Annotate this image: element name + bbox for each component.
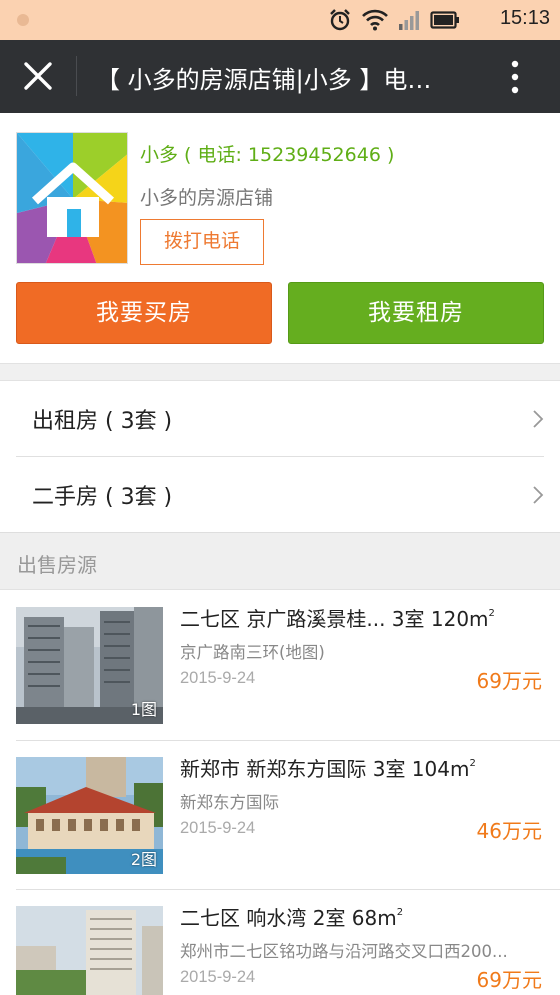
photo-count: 1图 xyxy=(130,700,157,719)
shop-header: 小多 ( 电话: 15239452646 ) 小多的房源店铺 拨打电话 我要买房… xyxy=(0,113,560,363)
listing-item[interactable]: 2图 新郑市 新郑东方国际 3室 104m2 新郑东方国际 2015-9-24 … xyxy=(0,741,560,891)
alarm-icon xyxy=(330,9,350,31)
listing-price: 69万元 xyxy=(476,968,542,992)
status-time: 15:13 xyxy=(499,7,550,29)
battery-icon xyxy=(430,11,459,29)
chevron-right-icon xyxy=(533,410,544,428)
shop-name: 小多的房源店铺 xyxy=(140,187,274,209)
category-rental[interactable]: 出租房 ( 3套 ) xyxy=(0,381,560,457)
listing-item[interactable]: 二七区 响水湾 2室 68m2 郑州市二七区铭功路与沿河路交叉口西200... … xyxy=(0,890,560,995)
call-button[interactable]: 拨打电话 xyxy=(140,219,264,265)
listing-address: 郑州市二七区铭功路与沿河路交叉口西200... xyxy=(180,942,508,961)
wifi-icon xyxy=(362,9,388,31)
listing-title: 新郑市 新郑东方国际 3室 104m2 xyxy=(180,757,476,781)
shop-logo xyxy=(16,132,128,264)
listing-price: 69万元 xyxy=(476,669,542,693)
listing-photo xyxy=(16,906,163,995)
chevron-right-icon xyxy=(533,486,544,504)
listing-address: 新郑东方国际 xyxy=(180,793,279,812)
shop-contact: 小多 ( 电话: 15239452646 ) xyxy=(140,144,395,166)
listing-item[interactable]: 1图 二七区 京广路溪景桂... 3室 120m2 京广路南三环(地图) 201… xyxy=(0,591,560,741)
listing-date: 2015-9-24 xyxy=(180,669,256,687)
page-title: 【 小多的房源店铺|小多 】电… xyxy=(96,66,432,94)
section-title: 出售房源 xyxy=(17,553,97,577)
listing-address: 京广路南三环(地图) xyxy=(180,643,325,662)
rent-house-button[interactable]: 我要租房 xyxy=(288,282,544,344)
section-divider xyxy=(0,363,560,381)
listing-date: 2015-9-24 xyxy=(180,968,256,986)
listing-price: 46万元 xyxy=(476,819,542,843)
status-icons xyxy=(328,8,460,32)
listing-date: 2015-9-24 xyxy=(180,819,256,837)
shop-logo-house-icon xyxy=(17,133,127,263)
title-bar: 【 小多的房源店铺|小多 】电… xyxy=(0,40,560,113)
notification-dot-icon xyxy=(17,14,29,26)
category-label: 出租房 ( 3套 ) xyxy=(32,409,173,434)
category-label: 二手房 ( 3套 ) xyxy=(32,485,173,510)
photo-count: 2图 xyxy=(130,850,157,869)
more-icon[interactable] xyxy=(505,58,525,96)
status-bar: 15:13 xyxy=(0,0,560,40)
close-icon[interactable] xyxy=(22,59,54,93)
buy-house-button[interactable]: 我要买房 xyxy=(16,282,272,344)
listing-title: 二七区 京广路溪景桂... 3室 120m2 xyxy=(180,607,495,631)
category-second-hand[interactable]: 二手房 ( 3套 ) xyxy=(0,457,560,533)
section-header: 出售房源 xyxy=(0,532,560,590)
title-divider xyxy=(76,56,77,96)
listing-title: 二七区 响水湾 2室 68m2 xyxy=(180,906,404,930)
listing-photo: 2图 xyxy=(16,757,163,874)
listing-photo: 1图 xyxy=(16,607,163,724)
signal-icon xyxy=(399,11,419,30)
